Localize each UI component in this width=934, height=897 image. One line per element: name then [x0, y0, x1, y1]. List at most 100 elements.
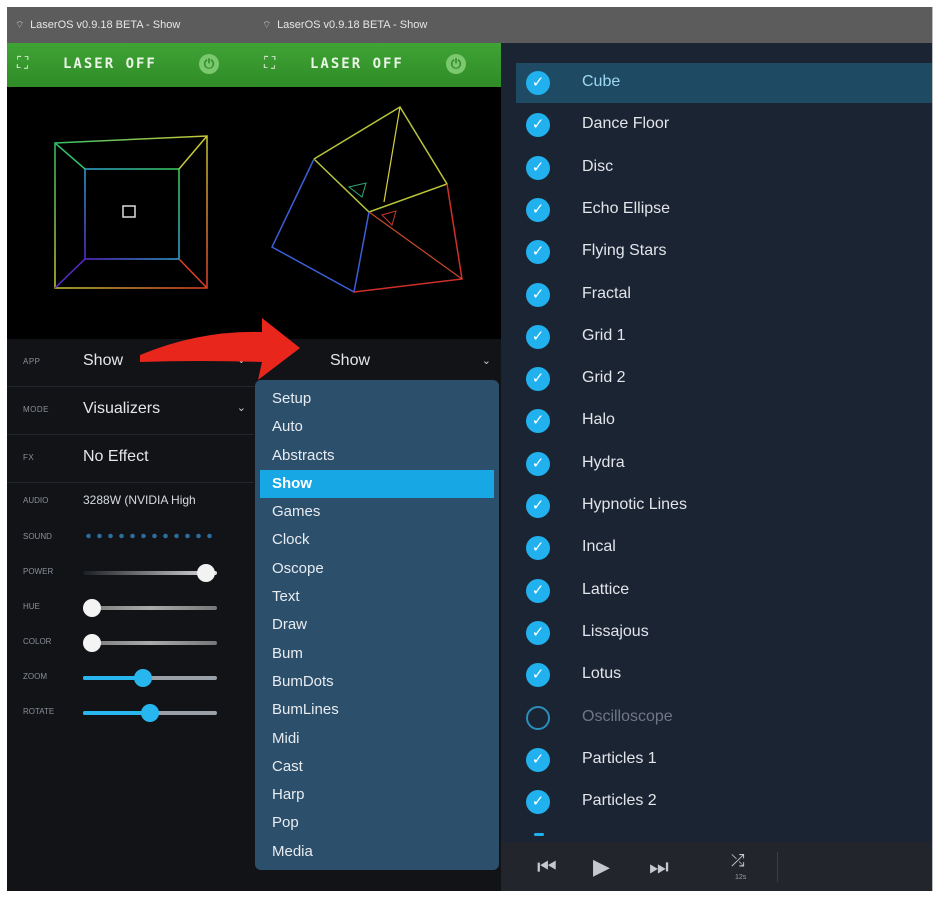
chevron-down-icon[interactable]: ⌄ — [482, 354, 491, 367]
dropdown-option[interactable]: Bum — [255, 640, 499, 668]
unchecked-circle-icon[interactable]: ✓ — [526, 705, 550, 730]
check-circle-icon[interactable]: ✓ — [526, 324, 550, 349]
dropdown-option[interactable]: BumDots — [255, 668, 499, 696]
visualizer-item[interactable]: ✓ Hypnotic Lines — [516, 486, 932, 526]
visualizer-item[interactable]: ✓ Particles 2 — [516, 782, 932, 822]
check-circle-icon[interactable]: ✓ — [526, 663, 550, 688]
check-circle-icon[interactable]: ✓ — [526, 451, 550, 476]
visualizer-item[interactable]: ✓ Disc — [516, 148, 932, 188]
check-circle-icon[interactable]: ✓ — [526, 494, 550, 518]
dropdown-option[interactable]: Setup — [255, 385, 499, 413]
check-circle-icon[interactable]: ✓ — [526, 71, 550, 95]
dropdown-option[interactable]: Cast — [255, 753, 499, 781]
mode-select-row[interactable]: MODE Visualizers ⌄ — [7, 387, 254, 435]
visualizer-item[interactable]: ✓ Lissajous — [516, 613, 932, 653]
check-circle-icon[interactable]: ✓ — [526, 282, 550, 307]
app-value: Show — [83, 352, 124, 369]
visualizer-item[interactable]: ✓ Particles 1 — [516, 740, 932, 780]
dropdown-option[interactable]: Text — [255, 583, 499, 611]
visualizer-item[interactable]: ✓ Grid 1 — [516, 317, 932, 357]
rotate-slider-fill — [83, 711, 150, 715]
visualizer-item[interactable]: ✓ Cube — [516, 63, 932, 103]
app-select-row[interactable]: APP Show ⌄ — [7, 339, 254, 387]
check-circle-icon[interactable]: ✓ — [526, 113, 550, 138]
power-icon[interactable]: ⏻ — [199, 54, 219, 74]
dropdown-option[interactable]: Midi — [255, 725, 499, 753]
fullscreen-icon[interactable]: ⛶ — [264, 55, 275, 73]
hue-slider-knob[interactable] — [83, 599, 102, 617]
check-circle-icon[interactable]: ✓ — [526, 155, 550, 180]
check-circle-icon[interactable]: ✓ — [526, 409, 550, 434]
power-slider-knob[interactable] — [197, 564, 216, 582]
check-circle-icon[interactable]: ✓ — [526, 367, 550, 392]
app-select[interactable]: Show ⌄ — [254, 339, 501, 385]
dropdown-option[interactable]: Oscope — [255, 555, 499, 583]
check-circle-icon[interactable]: ✓ — [526, 578, 550, 603]
rotate-slider[interactable] — [83, 704, 217, 722]
list-scroll-indicator — [534, 833, 544, 836]
visualizer-item[interactable]: ✓ Lotus — [516, 655, 932, 695]
hue-row[interactable]: HUE — [7, 590, 254, 624]
dropdown-option[interactable]: BumLines — [255, 696, 499, 724]
rotate-row[interactable]: ROTATE — [7, 695, 254, 729]
visualizer-item[interactable]: ✓ Fractal — [516, 275, 932, 315]
laser-preview — [7, 87, 254, 339]
power-icon[interactable]: ⏻ — [446, 54, 466, 74]
laser-toggle-bar[interactable]: ⛶ LASER OFF ⏻ — [254, 43, 501, 87]
window-title: LaserOS v0.9.18 BETA - Show — [30, 19, 181, 31]
check-circle-icon[interactable]: ✓ — [526, 240, 550, 265]
visualizer-item[interactable]: ✓ Echo Ellipse — [516, 190, 932, 230]
visualizer-item[interactable]: ✓ Oscilloscope — [516, 698, 932, 738]
check-circle-icon[interactable]: ✓ — [526, 536, 550, 561]
visualizer-item[interactable]: ✓ Incal — [516, 528, 932, 568]
skip-previous-icon[interactable]: ⏮ — [537, 854, 557, 880]
hue-slider[interactable] — [83, 599, 217, 617]
laser-toggle-bar[interactable]: ⛶ LASER OFF ⏻ — [7, 43, 254, 87]
fx-select-row[interactable]: FX No Effect — [7, 435, 254, 483]
skip-next-icon[interactable]: ⏭ — [649, 854, 669, 880]
dropdown-option[interactable]: Auto — [255, 413, 499, 441]
title-bar: ⌔ LaserOS v0.9.18 BETA - Show — [7, 7, 254, 43]
power-slider[interactable] — [83, 564, 217, 582]
chevron-down-icon[interactable]: ⌄ — [237, 401, 246, 414]
visualizer-item[interactable]: ✓ Flying Stars — [516, 232, 932, 272]
visualizer-list: ✓ Cube ✓ Dance Floor ✓ Disc ✓ Echo Ellipse ✓ Flyi… — [501, 43, 932, 891]
chevron-down-icon[interactable]: ⌄ — [237, 353, 246, 366]
check-circle-icon[interactable]: ✓ — [526, 790, 550, 815]
sound-key: SOUND — [23, 532, 52, 541]
color-slider[interactable] — [83, 634, 217, 652]
visualizer-item[interactable]: ✓ Dance Floor — [516, 105, 932, 145]
zoom-row[interactable]: ZOOM — [7, 660, 254, 694]
dropdown-option[interactable]: Draw — [255, 611, 499, 639]
app-dropdown-menu: Setup Auto Abstracts Show Games Clock Oscope Te… — [255, 380, 499, 870]
shuffle-icon[interactable]: ⤮ — [731, 851, 745, 871]
visualizer-item[interactable]: ✓ Hydra — [516, 444, 932, 484]
dropdown-option[interactable]: Games — [255, 498, 499, 526]
color-row[interactable]: COLOR — [7, 625, 254, 659]
app-icon: ⌔ — [15, 20, 25, 31]
check-circle-icon[interactable]: ✓ — [526, 747, 550, 772]
check-circle-icon[interactable]: ✓ — [526, 197, 550, 222]
dropdown-option[interactable]: Media — [255, 838, 499, 866]
power-row[interactable]: POWER — [7, 555, 254, 589]
dropdown-option[interactable]: Harp — [255, 781, 499, 809]
color-slider-knob[interactable] — [83, 634, 102, 652]
color-key: COLOR — [23, 637, 52, 646]
rotate-slider-knob[interactable] — [141, 704, 159, 722]
sound-row: SOUND — [7, 520, 254, 554]
check-circle-icon[interactable]: ✓ — [526, 620, 550, 645]
fullscreen-icon[interactable]: ⛶ — [17, 55, 28, 73]
visualizer-item[interactable]: ✓ Grid 2 — [516, 359, 932, 399]
dropdown-option[interactable]: Abstracts — [255, 442, 499, 470]
dropdown-option[interactable]: Clock — [255, 526, 499, 554]
dropdown-option[interactable]: Show — [260, 469, 494, 499]
visualizer-name: Incal — [582, 538, 616, 556]
zoom-slider[interactable] — [83, 669, 217, 687]
dropdown-option[interactable]: Pop — [255, 809, 499, 837]
play-icon[interactable]: ▶ — [593, 854, 610, 880]
visualizer-item[interactable]: ✓ Lattice — [516, 571, 932, 611]
visualizer-item[interactable]: ✓ Halo — [516, 401, 932, 441]
audio-row[interactable]: AUDIO 3288W (NVIDIA High — [7, 484, 254, 518]
visualizer-name: Particles 2 — [582, 792, 657, 810]
zoom-slider-knob[interactable] — [134, 669, 153, 687]
